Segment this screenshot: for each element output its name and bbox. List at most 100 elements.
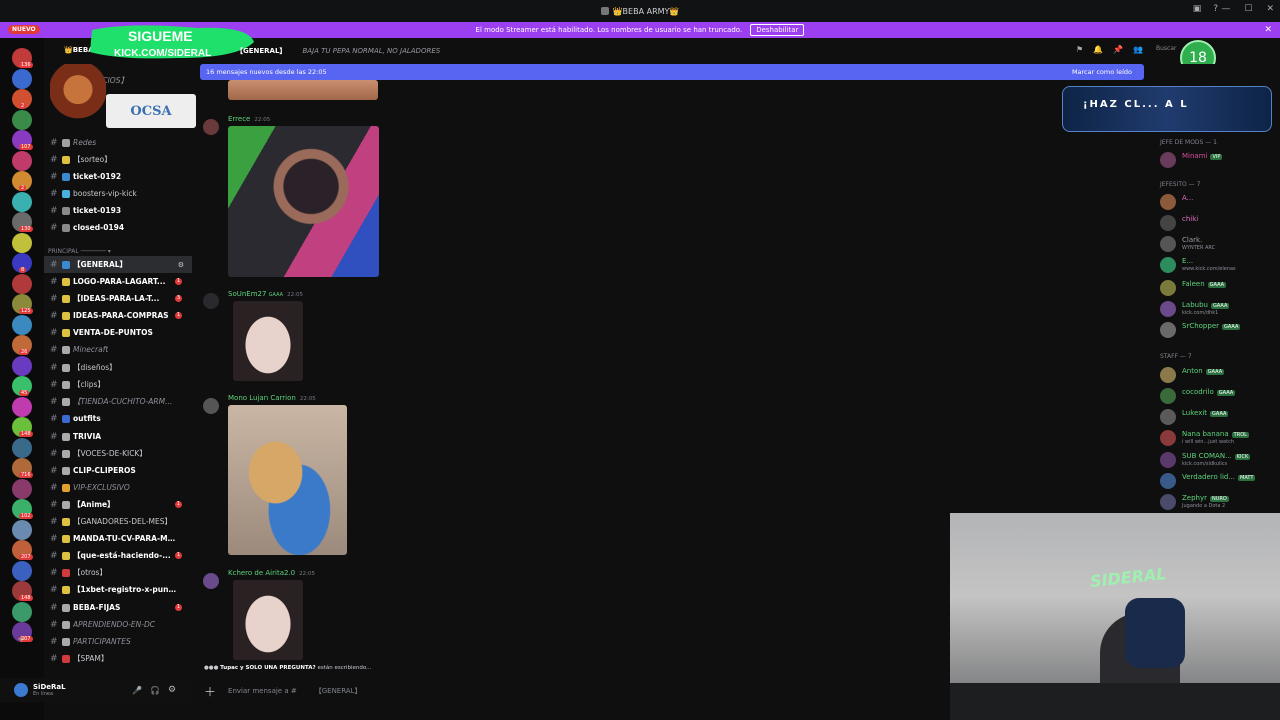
member-item[interactable]: Nana banana TROL i will win...just watch xyxy=(1158,428,1280,448)
server-icon[interactable] xyxy=(12,314,32,335)
avatar xyxy=(1160,152,1176,168)
member-item[interactable]: Zephyr NURO Jugando a Dota 2 xyxy=(1158,492,1280,512)
mark-read-button[interactable]: Marcar como leído xyxy=(1072,68,1132,76)
member-item[interactable]: cocodrilo GAAA xyxy=(1158,386,1280,406)
channel-item[interactable]: # Redes xyxy=(44,134,192,151)
new-messages-bar[interactable]: 16 mensajes nuevos desde las 22:05 Marca… xyxy=(200,64,1144,80)
server-icon[interactable] xyxy=(12,396,32,417)
channel-item[interactable]: # TRIVIA xyxy=(44,428,192,445)
channel-item[interactable]: # BEBA-FIJAS 1 xyxy=(44,599,192,616)
server-icon[interactable] xyxy=(12,109,32,130)
server-icon[interactable] xyxy=(12,519,32,540)
close-button[interactable]: ✕ xyxy=(1266,4,1274,14)
mute-icon[interactable]: 🎤 xyxy=(132,686,142,695)
channel-item[interactable]: # VIP-EXCLUSIVO xyxy=(44,479,192,496)
channel-item[interactable]: # VENTA-DE-PUNTOS xyxy=(44,324,192,341)
close-icon[interactable]: ✕ xyxy=(1264,25,1272,35)
disable-streamer-button[interactable]: Deshabilitar xyxy=(750,24,805,36)
channel-item[interactable]: # outfits xyxy=(44,410,192,427)
channel-item[interactable]: # 【otros】 xyxy=(44,564,192,581)
avatar[interactable] xyxy=(14,683,28,697)
server-icon[interactable] xyxy=(12,437,32,458)
members-icon[interactable]: 👥 xyxy=(1133,45,1143,54)
help-icon[interactable]: ? xyxy=(1213,4,1218,14)
member-item[interactable]: Labubu GAAA kick.com/dhk1 xyxy=(1158,299,1280,319)
channel-item[interactable]: # APRENDIENDO-EN-DC xyxy=(44,616,192,633)
channel-topic[interactable]: BAJA TU PEPA NORMAL, NO JALADORES xyxy=(302,47,440,55)
plus-icon[interactable]: ＋ xyxy=(204,683,216,700)
channel-item[interactable]: # 【que-está-haciendo-... 1 xyxy=(44,547,192,564)
avatar[interactable] xyxy=(203,293,219,309)
channel-item[interactable]: # MANDA-TU-CV-PARA-MOD xyxy=(44,530,192,547)
pin-icon[interactable]: 📌 xyxy=(1113,45,1123,54)
message-author[interactable]: Errece 22:05 xyxy=(228,115,270,123)
server-icon[interactable] xyxy=(12,68,32,89)
channel-item[interactable]: # 【TIENDA-CUCHITO-ARM... xyxy=(44,393,192,410)
avatar[interactable] xyxy=(203,573,219,589)
message-author[interactable]: Kchero de Airita2.0 22:05 xyxy=(228,569,315,577)
channel-settings-icon[interactable]: ⚙ xyxy=(178,261,184,269)
channel-item[interactable]: # 【sorteo】 xyxy=(44,151,192,168)
channel-item[interactable]: # LOGO-PARA-LAGART... 1 xyxy=(44,273,192,290)
message-image[interactable] xyxy=(233,301,303,381)
server-icon[interactable] xyxy=(12,601,32,622)
server-icon[interactable] xyxy=(12,355,32,376)
channel-item[interactable]: # 【1xbet-registro-x-puntos... xyxy=(44,581,192,598)
channel-item[interactable]: # Minecraft xyxy=(44,341,192,358)
message-image[interactable] xyxy=(233,580,303,660)
channel-item[interactable]: # PARTICIPANTES xyxy=(44,633,192,650)
channel-item[interactable]: # boosters-vip-kick xyxy=(44,185,192,202)
avatar[interactable] xyxy=(203,398,219,414)
channel-item[interactable]: # CLIP-CLIPEROS xyxy=(44,462,192,479)
channel-item[interactable]: # 【diseños】 xyxy=(44,359,192,376)
channel-item[interactable]: # ticket-0192 xyxy=(44,168,192,185)
add-server-icon[interactable]: + xyxy=(17,634,25,645)
threads-icon[interactable]: ⚑ xyxy=(1076,45,1083,54)
member-item[interactable]: Lukexit GAAA xyxy=(1158,407,1280,427)
hash-icon: # xyxy=(50,602,58,613)
channel-item[interactable]: # IDEAS-PARA-COMPRAS 1 xyxy=(44,307,192,324)
server-icon[interactable] xyxy=(12,478,32,499)
message-input[interactable]: Enviar mensaje a # xyxy=(228,687,297,695)
minimize-button[interactable]: — xyxy=(1221,4,1230,14)
member-item[interactable]: E... www.kick.com/elenas xyxy=(1158,255,1280,275)
message-composer[interactable]: ＋ Enviar mensaje a # 【GENERAL】 xyxy=(196,680,946,702)
member-item[interactable]: Verdadero lid... MATT xyxy=(1158,471,1280,491)
inbox-icon[interactable]: ▣ xyxy=(1193,4,1202,14)
settings-icon[interactable]: ⚙ xyxy=(168,685,176,695)
server-icon[interactable] xyxy=(12,150,32,171)
channel-item[interactable]: # 【GENERAL】 ⚙ xyxy=(44,256,192,273)
server-icon[interactable] xyxy=(12,273,32,294)
message-author[interactable]: SoUnEm27 GAAA 22:05 xyxy=(228,290,303,298)
channel-item[interactable]: # 【Anime】 1 xyxy=(44,496,192,513)
message-image[interactable] xyxy=(228,405,347,555)
channel-item[interactable]: # 【clips】 xyxy=(44,376,192,393)
channel-item[interactable]: # 【SPAM】 xyxy=(44,650,192,667)
member-item[interactable]: SUB COMAN... KICK kick.com/sidkulics xyxy=(1158,450,1280,470)
member-item[interactable]: Clark. WYNTER ARC xyxy=(1158,234,1280,254)
channel-item[interactable]: # 【GANADORES-DEL-MES】 xyxy=(44,513,192,530)
member-item[interactable]: Minami VIP xyxy=(1158,150,1280,170)
deafen-icon[interactable]: 🎧 xyxy=(150,686,160,695)
member-item[interactable]: A... xyxy=(1158,192,1280,212)
member-item[interactable]: SrChopper GAAA xyxy=(1158,320,1280,340)
server-icon[interactable] xyxy=(12,560,32,581)
category-principal[interactable]: PRINCIPAL ─────── ▾ xyxy=(48,248,111,255)
member-item[interactable]: chiki xyxy=(1158,213,1280,233)
avatar[interactable] xyxy=(203,119,219,135)
server-icon[interactable] xyxy=(12,191,32,212)
member-item[interactable]: Anton GAAA xyxy=(1158,365,1280,385)
channel-item[interactable]: # closed-0194 xyxy=(44,219,192,236)
channel-emoji-icon xyxy=(62,517,70,526)
message-image[interactable] xyxy=(228,80,378,100)
channel-item[interactable]: # ticket-0193 xyxy=(44,202,192,219)
maximize-button[interactable]: ☐ xyxy=(1244,4,1252,14)
server-icon[interactable] xyxy=(12,232,32,253)
bell-icon[interactable]: 🔔 xyxy=(1093,45,1103,54)
message-image[interactable] xyxy=(228,126,379,277)
channel-item[interactable]: # 【IDEAS-PARA-LA-T... 3 xyxy=(44,290,192,307)
channel-label: 【Anime】 xyxy=(73,500,115,509)
member-item[interactable]: Faleen GAAA xyxy=(1158,278,1280,298)
message-author[interactable]: Mono Lujan Carrion 22:05 xyxy=(228,394,316,402)
channel-item[interactable]: # 【VOCES-DE-KICK】 xyxy=(44,445,192,462)
